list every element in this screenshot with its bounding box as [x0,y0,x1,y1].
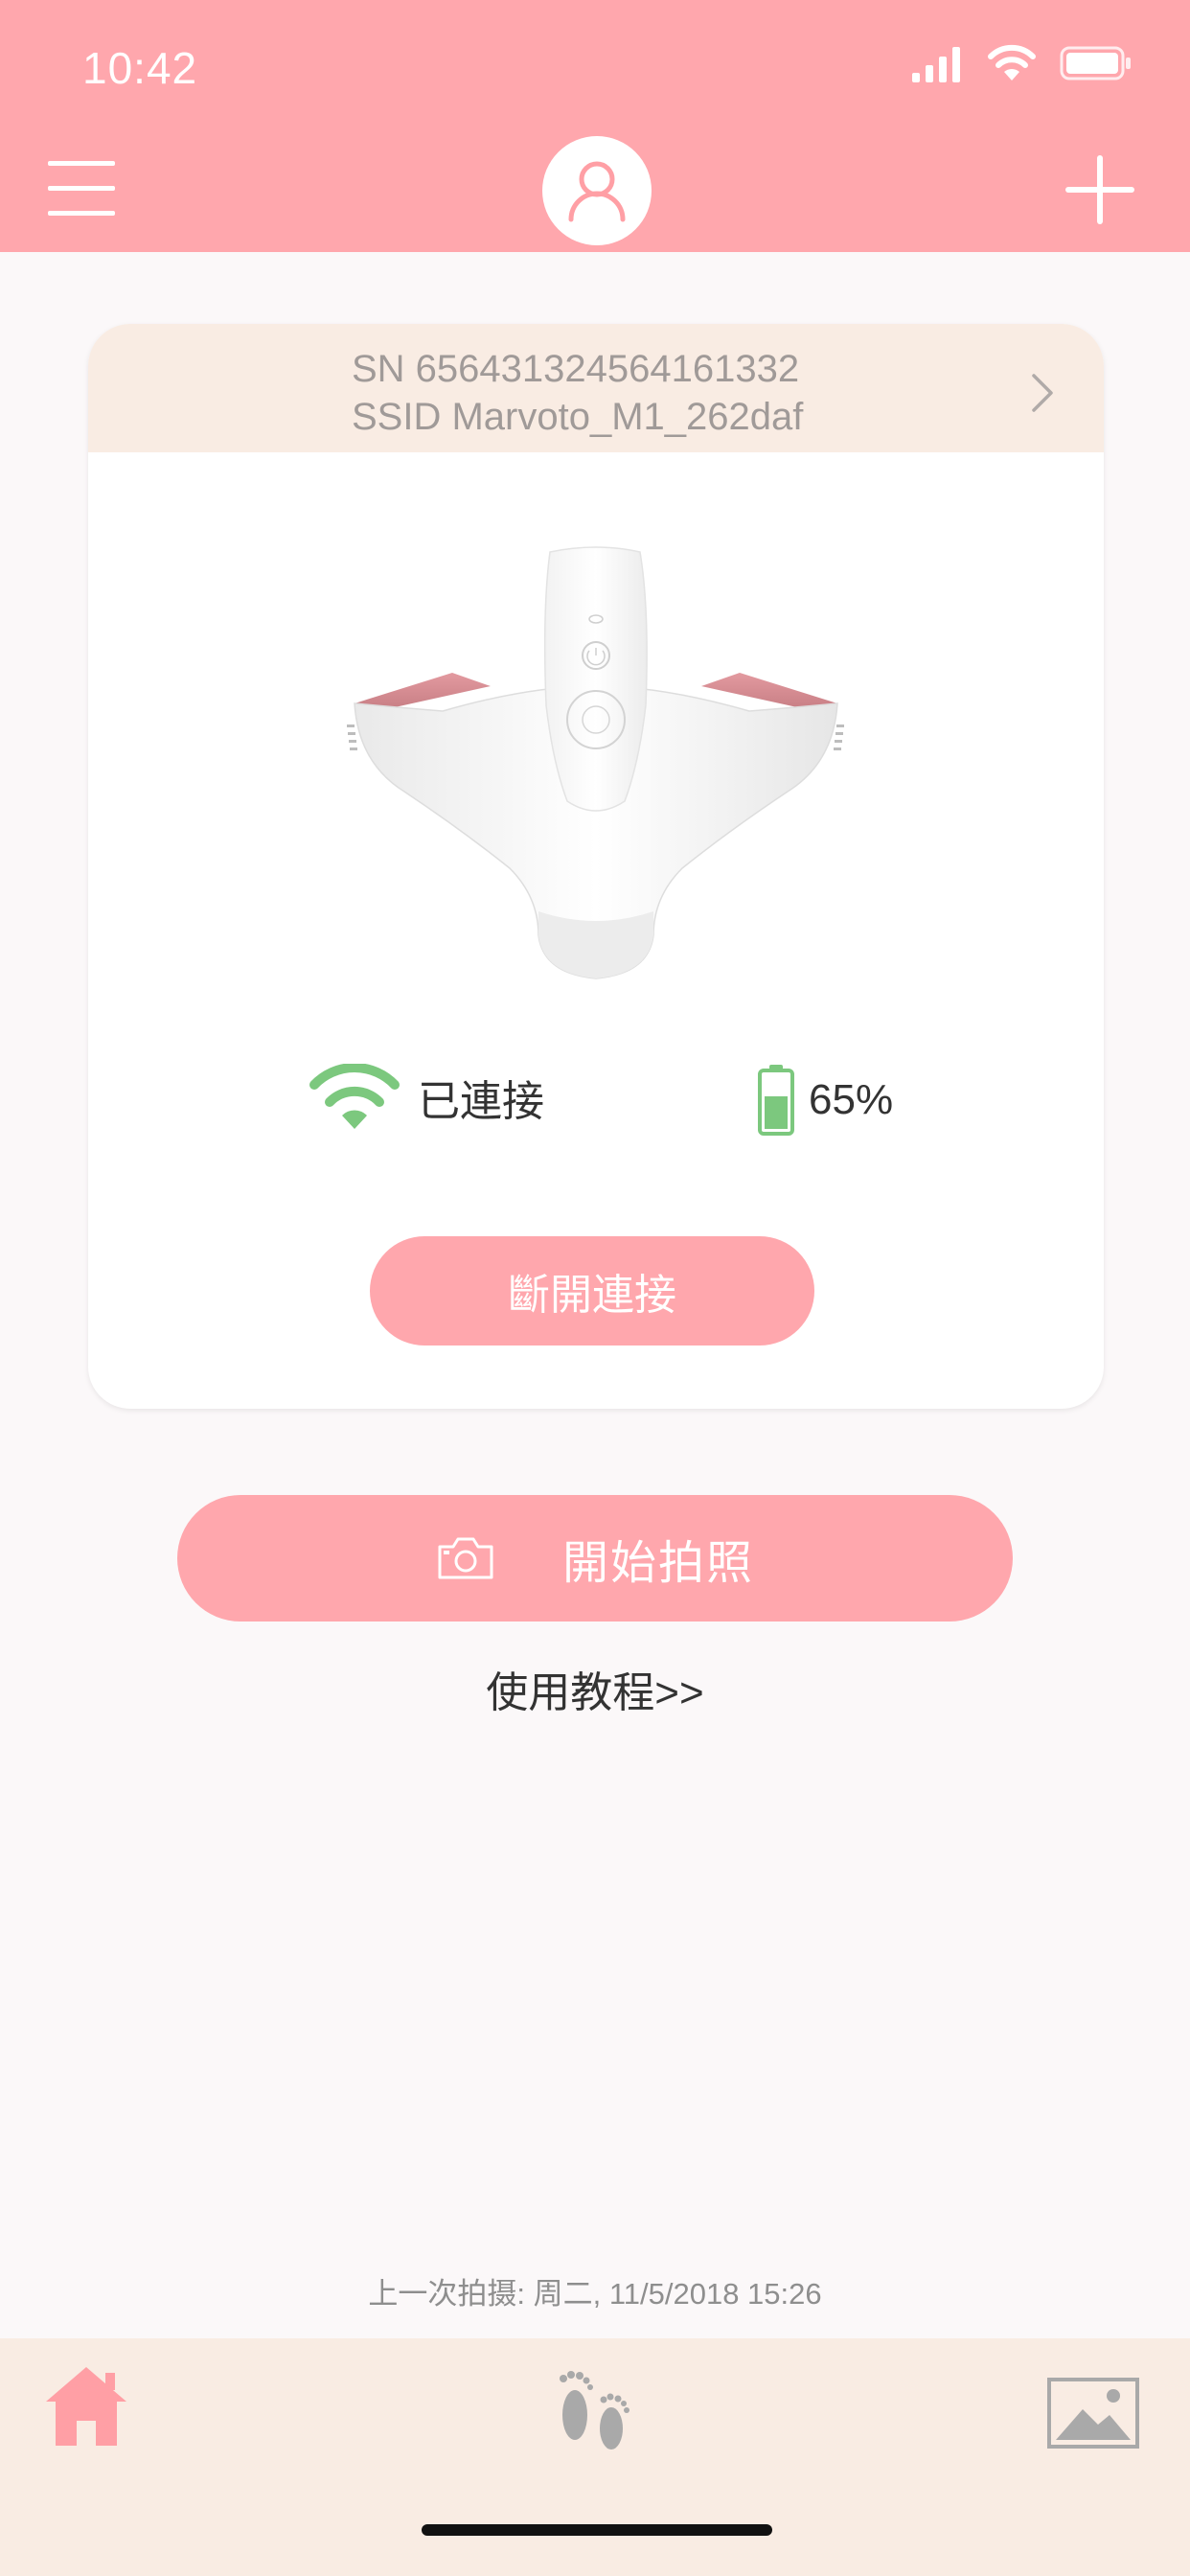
add-device-button[interactable] [1062,151,1138,228]
menu-icon-line [48,211,115,216]
tutorial-link[interactable]: 使用教程>> [0,1658,1190,1719]
user-icon [568,161,626,222]
menu-button[interactable] [44,155,121,222]
device-card: SN 656431324564161332 SSID Marvoto_M1_26… [88,324,1104,1409]
start-photo-label: 開始拍照 [561,1538,754,1589]
home-icon[interactable] [42,2363,130,2450]
tab-bar [0,2338,1190,2576]
battery-status: 65% [757,1064,893,1137]
profile-button[interactable] [542,136,652,245]
status-icons [910,44,1133,82]
home-indicator[interactable] [422,2524,772,2536]
device-serial-number: SN 656431324564161332 [352,348,800,390]
device-info-header[interactable]: SN 656431324564161332 SSID Marvoto_M1_26… [88,324,1104,452]
menu-icon-line [48,161,115,166]
start-photo-button[interactable]: 開始拍照 [177,1495,1013,1622]
image-icon[interactable] [1046,2377,1140,2450]
menu-icon-line [48,186,115,191]
connection-status: 已連接 [309,1064,544,1131]
last-capture-time: 上一次拍摄: 周二, 11/5/2018 15:26 [368,2277,822,2311]
chevron-right-icon[interactable] [1029,372,1056,414]
disconnect-button[interactable]: 斷開連接 [370,1236,814,1346]
battery-icon [758,1065,794,1136]
status-time: 10:42 [82,43,198,93]
camera-icon [438,1537,493,1579]
battery-status-icon [1060,46,1131,80]
wifi-icon [309,1064,400,1129]
device-image [347,546,844,979]
cellular-signal-icon [912,47,960,82]
footprints-icon[interactable] [554,2365,640,2453]
battery-percentage: 65% [809,1076,894,1123]
device-ssid: SSID Marvoto_M1_262daf [352,396,804,438]
wifi-status-icon [988,44,1036,80]
connection-status-label: 已連接 [418,1078,544,1125]
app-header: 10:42 [0,0,1190,252]
plus-icon [1065,155,1134,224]
